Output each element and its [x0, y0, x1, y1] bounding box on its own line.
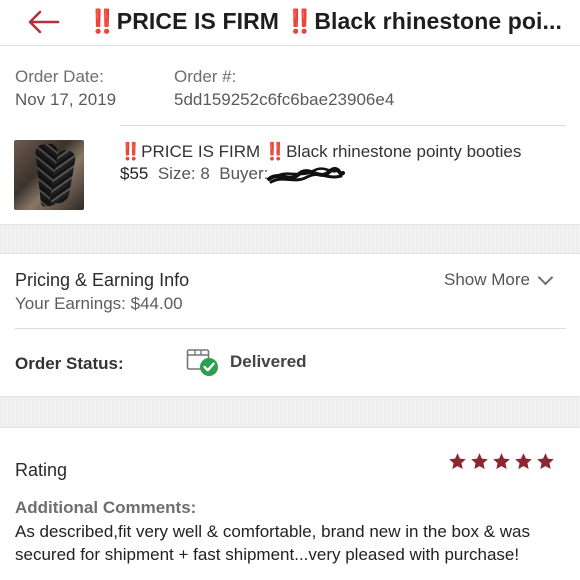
earnings-text: Your Earnings: $44.00 — [15, 294, 183, 313]
section-separator — [0, 396, 580, 428]
comments-text: As described,fit very well & comfortable… — [15, 522, 530, 564]
section-separator — [0, 224, 580, 254]
item-details: $55 Size: 8 Buyer: — [120, 164, 268, 184]
star-icon — [537, 453, 554, 470]
divider — [120, 125, 566, 126]
rating-label: Rating — [15, 460, 68, 480]
item-price: $55 — [120, 164, 149, 183]
item-size: Size: 8 — [157, 164, 210, 183]
back-arrow-icon[interactable] — [26, 9, 60, 35]
chevron-down-icon — [537, 269, 554, 285]
star-icon — [449, 453, 466, 470]
star-icon — [515, 453, 532, 470]
order-status-label: Order Status: — [15, 354, 124, 373]
top-bar: ‼️PRICE IS FIRM ‼️Black rhinestone poi..… — [0, 0, 580, 46]
star-icon — [493, 453, 510, 470]
order-date-label: Order Date: — [15, 67, 104, 86]
page-title: ‼️PRICE IS FIRM ‼️Black rhinestone poi..… — [88, 8, 562, 34]
show-more-button[interactable]: Show More — [444, 269, 554, 290]
star-icon — [471, 453, 488, 470]
item-buyer-label: Buyer: — [219, 164, 269, 183]
order-number-value: 5dd159252c6fc6bae23906e4 — [174, 90, 395, 109]
redaction-scribble — [267, 166, 345, 184]
item-thumbnail[interactable] — [14, 140, 84, 210]
comments-label: Additional Comments: — [15, 498, 197, 517]
star-rating — [448, 452, 555, 471]
order-number-label: Order #: — [174, 67, 237, 86]
pricing-title: Pricing & Earning Info — [15, 270, 190, 290]
delivered-box-check-icon — [186, 349, 218, 376]
show-more-label: Show More — [444, 270, 530, 289]
order-date-value: Nov 17, 2019 — [15, 90, 117, 109]
divider — [15, 328, 566, 329]
order-status-value: Delivered — [230, 352, 307, 371]
item-title[interactable]: ‼️PRICE IS FIRM ‼️Black rhinestone point… — [120, 142, 521, 162]
